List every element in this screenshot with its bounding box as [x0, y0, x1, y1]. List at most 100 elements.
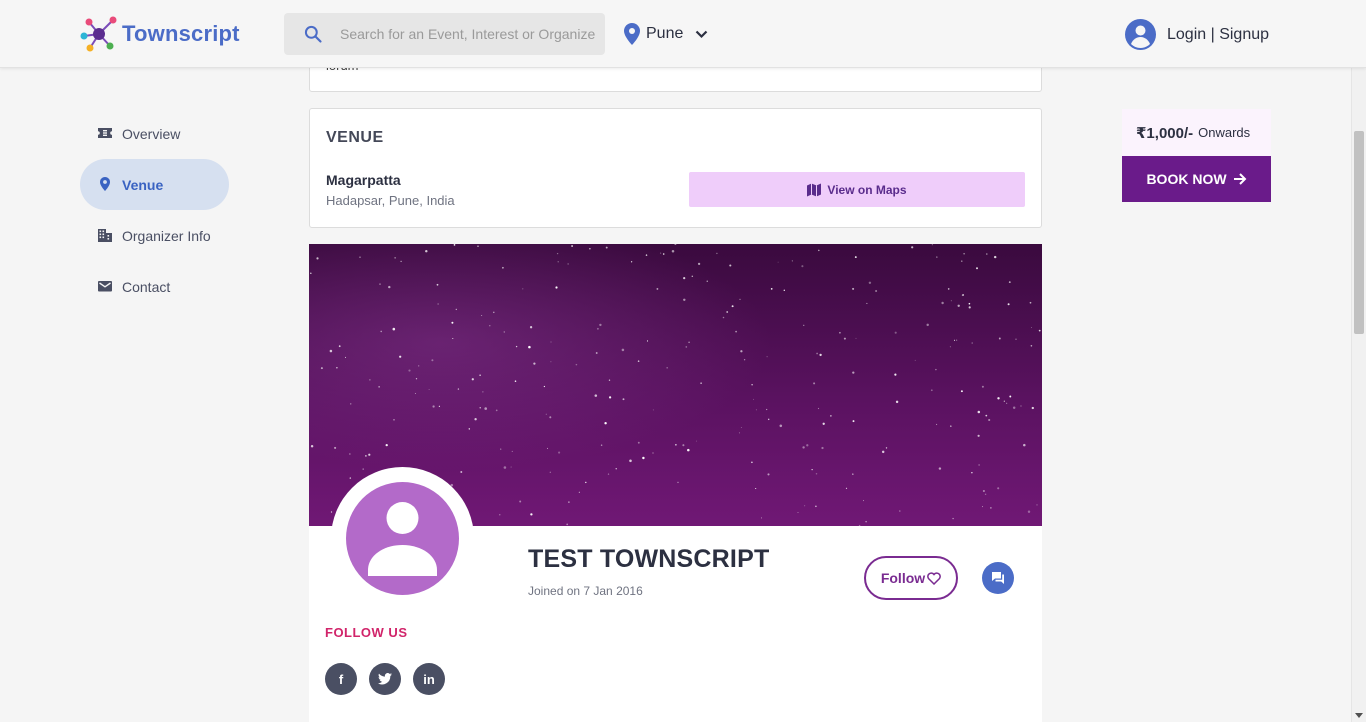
star-dot [866, 302, 868, 304]
message-organizer-button[interactable] [982, 562, 1014, 594]
star-dot [743, 359, 746, 361]
search-bar[interactable] [284, 13, 605, 55]
star-dot [482, 391, 484, 393]
login-signup-link[interactable]: Login | Signup [1125, 19, 1269, 50]
user-account-icon [1125, 19, 1156, 50]
star-dot [394, 257, 396, 259]
follow-label: Follow [880, 570, 926, 586]
star-dot [408, 369, 411, 372]
sidebar-item-contact[interactable]: Contact [80, 261, 229, 312]
star-dot [770, 288, 773, 290]
star-dot [783, 289, 785, 291]
star-dot [365, 455, 367, 457]
star-dot [621, 348, 625, 352]
star-dot [821, 446, 824, 450]
star-dot [865, 520, 867, 523]
star-dot [971, 342, 973, 344]
star-dot [755, 487, 757, 490]
star-dot [971, 472, 973, 474]
star-dot [977, 410, 981, 414]
star-dot [961, 260, 963, 262]
star-dot [735, 330, 737, 333]
star-dot [320, 367, 323, 370]
star-dot [511, 450, 513, 452]
page-scrollbar[interactable] [1351, 0, 1366, 722]
star-dot [455, 308, 457, 311]
star-dot [596, 327, 599, 330]
star-dot [716, 252, 718, 255]
star-dot [955, 339, 958, 341]
townscript-logo[interactable]: Townscript [80, 16, 240, 52]
star-dot [997, 487, 1000, 490]
star-dot [622, 398, 625, 401]
star-dot [642, 456, 645, 460]
building-icon [98, 229, 112, 242]
star-dot [739, 298, 741, 301]
star-dot [468, 428, 471, 430]
star-dot [431, 359, 434, 362]
star-dot [766, 408, 768, 411]
star-dot [930, 389, 933, 392]
sidebar-item-venue[interactable]: Venue [80, 159, 229, 210]
star-dot [936, 256, 938, 258]
sidebar-item-label: Overview [122, 125, 181, 142]
star-dot [950, 425, 952, 427]
star-dot [815, 505, 817, 508]
star-dot [500, 448, 502, 450]
star-dot [359, 256, 361, 258]
star-dot [914, 359, 916, 361]
star-dot [608, 379, 611, 381]
search-icon[interactable] [303, 24, 323, 44]
heart-outline-icon [927, 571, 942, 585]
star-dot [963, 253, 965, 255]
star-dot [852, 420, 855, 423]
star-dot [685, 346, 688, 348]
star-dot [350, 403, 352, 405]
star-dot [845, 487, 848, 489]
star-dot [519, 500, 522, 503]
star-dot [683, 298, 686, 302]
star-dot [453, 244, 456, 246]
star-dot [474, 418, 477, 421]
star-dot [738, 432, 740, 434]
price-suffix: Onwards [1198, 125, 1251, 140]
twitter-button[interactable] [369, 663, 401, 695]
star-dot [530, 513, 533, 516]
star-dot [379, 283, 381, 285]
star-dot [652, 409, 654, 411]
sidebar-item-overview[interactable]: Overview [80, 108, 229, 159]
sidebar-item-organizer-info[interactable]: Organizer Info [80, 210, 229, 261]
star-dot [839, 331, 841, 334]
star-dot [706, 280, 708, 282]
star-dot [436, 283, 439, 286]
star-dot [637, 360, 640, 362]
star-dot [607, 473, 610, 475]
city-selector[interactable]: Pune [624, 23, 708, 45]
star-dot [1031, 406, 1034, 410]
sidebar-item-label: Contact [122, 278, 171, 295]
star-dot [503, 466, 507, 469]
star-dot [819, 353, 822, 357]
ticket-icon [98, 128, 112, 138]
star-dot [682, 444, 685, 447]
facebook-button[interactable]: f [325, 663, 357, 695]
scroll-down-arrow-icon[interactable] [1355, 713, 1363, 718]
star-dot [802, 446, 805, 449]
star-dot [502, 266, 504, 269]
star-dot [400, 260, 402, 263]
star-dot [571, 245, 574, 247]
follow-button[interactable]: Follow [864, 556, 958, 600]
view-on-maps-button[interactable]: View on Maps [689, 172, 1025, 207]
chevron-down-icon [696, 30, 708, 38]
star-dot [481, 314, 483, 316]
search-input[interactable] [340, 26, 595, 42]
arrow-right-icon [1233, 173, 1246, 185]
location-pin-icon [624, 23, 640, 45]
book-now-button[interactable]: BOOK NOW [1122, 156, 1271, 202]
star-dot [843, 337, 846, 340]
star-dot [852, 473, 854, 475]
star-dot [941, 301, 944, 305]
star-dot [899, 510, 901, 512]
linkedin-button[interactable]: in [413, 663, 445, 695]
scrollbar-thumb[interactable] [1354, 131, 1364, 334]
